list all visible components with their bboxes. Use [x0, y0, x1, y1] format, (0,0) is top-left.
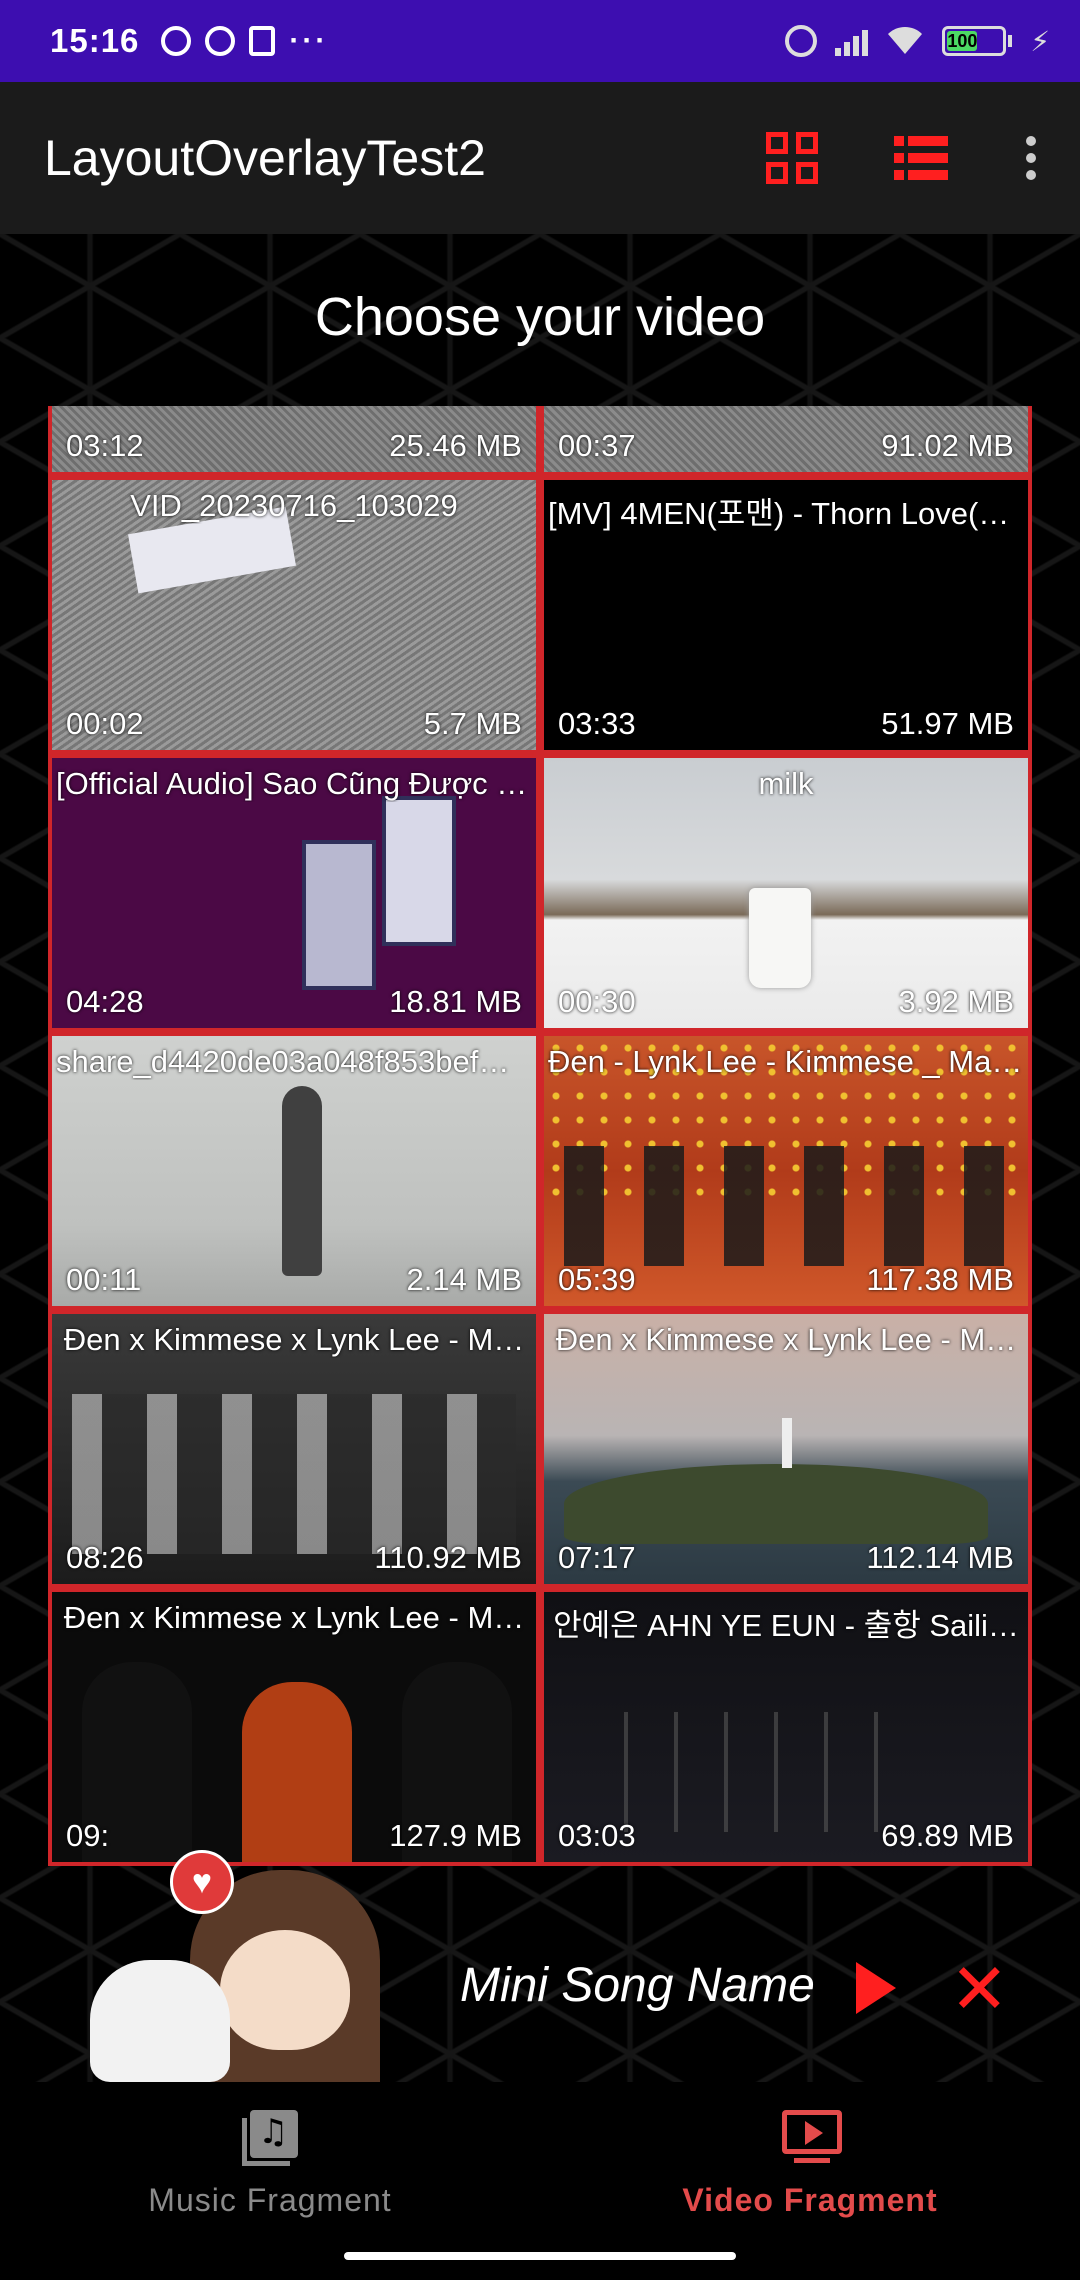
music-library-icon — [242, 2110, 298, 2166]
video-title: share_d4420de03a048f853bef… — [56, 1044, 510, 1079]
signal-icon — [835, 26, 869, 56]
battery-icon: 100 — [942, 26, 1013, 56]
video-card[interactable]: 00:37 91.02 MB — [540, 406, 1032, 476]
video-size: 110.92 MB — [374, 1540, 522, 1575]
video-card[interactable]: [MV] 4MEN(포맨) - Thorn Love(… 03:33 51.97… — [540, 476, 1032, 754]
more-notifications-icon: ··· — [289, 24, 329, 57]
wifi-icon — [888, 26, 923, 54]
nav-label: Video Fragment — [682, 2182, 938, 2218]
app-notification-icon — [205, 26, 236, 56]
video-grid-scroll[interactable]: 03:12 25.46 MB 00:37 91.02 MB VID_202307… — [48, 406, 1032, 2098]
video-card[interactable]: [Official Audio] Sao Cũng Được … 04:28 1… — [48, 754, 540, 1032]
video-title: [Official Audio] Sao Cũng Được … — [56, 766, 528, 801]
play-icon[interactable] — [856, 1962, 896, 2014]
close-icon[interactable]: ✕ — [950, 1954, 1009, 2024]
heart-icon[interactable]: ♥ — [170, 1850, 234, 1914]
nav-item-video[interactable]: Video Fragment — [540, 2082, 1080, 2280]
video-card[interactable]: Đen x Kimmese x Lynk Lee - M… 09: 127.9 … — [48, 1588, 540, 1866]
video-card[interactable]: milk 00:30 3.92 MB — [540, 754, 1032, 1032]
video-duration: 05:39 — [558, 1262, 636, 1297]
page-title: Choose your video — [314, 287, 766, 347]
video-content: Choose your video 03:12 25.46 MB 00:37 9… — [0, 234, 1080, 2082]
notification-icons: ··· — [161, 24, 328, 58]
video-card[interactable]: share_d4420de03a048f853bef… 00:11 2.14 M… — [48, 1032, 540, 1310]
video-duration: 03:03 — [558, 1818, 636, 1853]
status-time: 15:16 — [50, 22, 140, 59]
video-duration: 03:33 — [558, 706, 636, 741]
video-card[interactable]: Đen x Kimmese x Lynk Lee - M… 08:26 110.… — [48, 1310, 540, 1588]
system-icons: 100 ⚡ — [785, 25, 1050, 58]
video-size: 3.92 MB — [898, 984, 1014, 1019]
video-title: Đen x Kimmese x Lynk Lee - M… — [63, 1322, 525, 1357]
video-card[interactable]: 안예은 AHN YE EUN - 출항 Saili… 03:03 69.89 M… — [540, 1588, 1032, 1866]
video-duration: 07:17 — [558, 1540, 636, 1575]
video-duration: 08:26 — [66, 1540, 144, 1575]
app-title: LayoutOverlayTest2 — [44, 130, 486, 186]
video-title: 안예은 AHN YE EUN - 출항 Saili… — [553, 1608, 1019, 1643]
video-duration: 00:30 — [558, 984, 636, 1019]
video-grid: 03:12 25.46 MB 00:37 91.02 MB VID_202307… — [48, 406, 1032, 1866]
video-duration: 03:12 — [66, 428, 144, 463]
video-size: 18.81 MB — [389, 984, 522, 1019]
video-screen-icon — [782, 2110, 842, 2163]
app-notification-icon — [161, 26, 192, 56]
video-title: milk — [758, 766, 814, 801]
video-size: 112.14 MB — [866, 1540, 1014, 1575]
video-size: 2.14 MB — [406, 1262, 522, 1297]
grid-view-icon[interactable] — [766, 132, 818, 184]
video-duration: 09: — [66, 1818, 110, 1853]
video-duration: 00:11 — [66, 1262, 142, 1297]
mini-song-name: Mini Song Name — [460, 1959, 815, 2012]
twitch-icon — [249, 26, 276, 56]
video-title: [MV] 4MEN(포맨) - Thorn Love(… — [548, 496, 1010, 531]
battery-level: 100 — [947, 31, 978, 51]
overflow-menu-icon[interactable] — [1026, 136, 1036, 180]
list-view-icon[interactable] — [894, 136, 948, 180]
home-indicator[interactable] — [344, 2252, 736, 2260]
mini-player-artwork: ♥ — [70, 1850, 380, 2082]
video-size: 117.38 MB — [866, 1262, 1014, 1297]
video-title: Đen x Kimmese x Lynk Lee - M… — [555, 1322, 1017, 1357]
bottom-navigation: Music Fragment Video Fragment — [0, 2082, 1080, 2280]
video-size: 25.46 MB — [389, 428, 522, 463]
nav-label: Music Fragment — [148, 2182, 392, 2218]
video-duration: 00:37 — [558, 428, 636, 463]
video-duration: 00:02 — [66, 706, 144, 741]
app-bar: LayoutOverlayTest2 — [0, 82, 1080, 234]
charging-icon: ⚡ — [1030, 25, 1050, 57]
video-title: Đen x Kimmese x Lynk Lee - M… — [63, 1600, 525, 1635]
video-card[interactable]: Đen - Lynk Lee - Kimmese _ Ma… 05:39 117… — [540, 1032, 1032, 1310]
appbar-actions — [766, 132, 1036, 184]
video-duration: 04:28 — [66, 984, 144, 1019]
video-card[interactable]: VID_20230716_103029 00:02 5.7 MB — [48, 476, 540, 754]
video-size: 91.02 MB — [881, 428, 1014, 463]
mini-player[interactable]: ♥ Mini Song Name ✕ — [0, 1850, 1080, 2082]
video-size: 127.9 MB — [389, 1818, 522, 1853]
video-title: Đen - Lynk Lee - Kimmese _ Ma… — [548, 1044, 1023, 1079]
video-size: 69.89 MB — [881, 1818, 1014, 1853]
status-bar: 15:16 ··· 100 ⚡ — [0, 0, 1080, 82]
video-card[interactable]: 03:12 25.46 MB — [48, 406, 540, 476]
nav-item-music[interactable]: Music Fragment — [0, 2082, 540, 2280]
alarm-icon — [785, 25, 818, 57]
video-size: 51.97 MB — [881, 706, 1014, 741]
video-card[interactable]: Đen x Kimmese x Lynk Lee - M… 07:17 112.… — [540, 1310, 1032, 1588]
video-title: VID_20230716_103029 — [130, 488, 458, 523]
video-size: 5.7 MB — [423, 706, 522, 741]
